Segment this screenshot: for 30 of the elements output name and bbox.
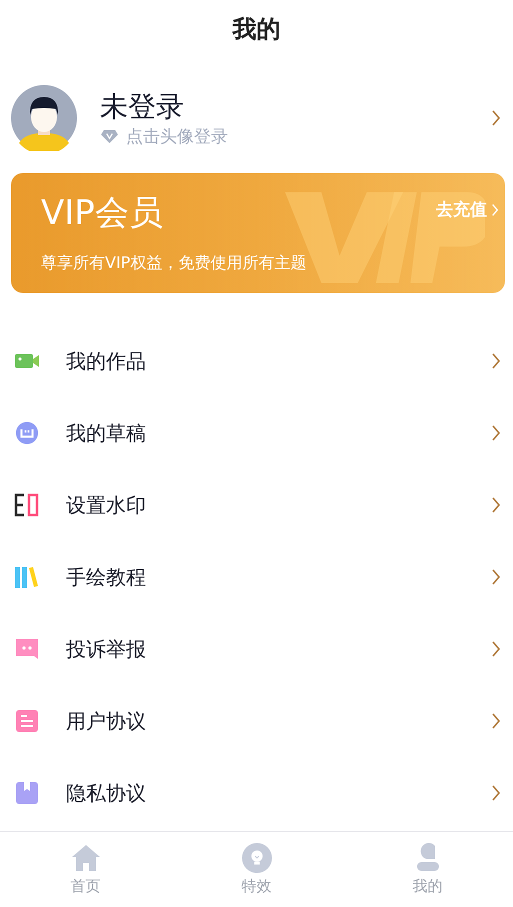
vip-title: VIP会员 — [41, 193, 164, 233]
chevron-right-icon[interactable] — [491, 109, 501, 127]
chevron-right-icon — [491, 496, 501, 514]
chevron-right-icon — [491, 352, 501, 370]
menu-item[interactable]: 我的作品 — [66, 348, 491, 374]
watermark-icon — [14, 493, 40, 517]
chevron-right-icon — [491, 202, 499, 216]
avatar[interactable] — [11, 85, 77, 151]
chevron-right-icon — [491, 568, 501, 586]
smiley-box-icon — [14, 421, 40, 445]
menu-item[interactable]: 投诉举报 — [66, 636, 491, 662]
bookmark-document-icon — [14, 781, 40, 805]
username: 未登录 — [100, 88, 185, 124]
document-icon — [14, 709, 40, 733]
lightbulb-icon — [242, 843, 272, 873]
chevron-right-icon — [491, 784, 501, 802]
menu-item[interactable]: 我的草稿 — [66, 420, 491, 446]
menu-item[interactable]: 隐私协议 — [66, 780, 491, 806]
chevron-right-icon — [491, 424, 501, 442]
menu-item[interactable]: 用户协议 — [66, 708, 491, 734]
menu-item[interactable]: 设置水印 — [66, 492, 491, 518]
chat-bubble-icon — [14, 637, 40, 661]
page-title: 我的 — [232, 14, 280, 45]
diamond-icon — [100, 128, 119, 144]
chevron-right-icon — [491, 640, 501, 658]
books-icon — [14, 565, 40, 589]
menu-item[interactable]: 手绘教程 — [66, 564, 491, 590]
home-icon — [70, 843, 100, 873]
chevron-right-icon — [491, 712, 501, 730]
vip-subtitle: 尊享所有VIP权益，免费使用所有主题 — [41, 253, 308, 274]
